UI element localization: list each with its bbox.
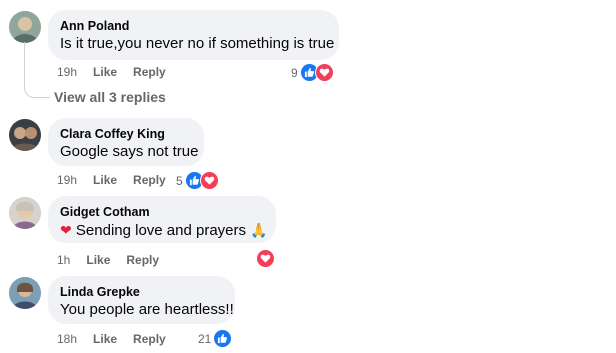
like-button[interactable]: Like xyxy=(93,65,117,79)
avatar[interactable] xyxy=(9,11,41,43)
like-button[interactable]: Like xyxy=(93,332,117,346)
comment-gidget-cotham: Gidget Cotham ❤ Sending love and prayers… xyxy=(0,196,616,271)
reaction-count: 5 xyxy=(176,173,183,188)
view-all-replies-link[interactable]: View all 3 replies xyxy=(54,89,166,105)
reply-button[interactable]: Reply xyxy=(133,332,166,346)
praying-hands-emoji: 🙏 xyxy=(250,222,268,238)
comment-text: Is it true,you never no if something is … xyxy=(60,35,335,52)
reaction-summary[interactable] xyxy=(256,249,275,268)
love-icon xyxy=(256,249,275,268)
comment-clara-coffey-king: Clara Coffey King Google says not true 1… xyxy=(0,118,616,198)
comment-text: Sending love and prayers xyxy=(75,222,247,239)
comment-bubble: Clara Coffey King Google says not true xyxy=(48,118,204,166)
timestamp[interactable]: 1h xyxy=(57,253,70,267)
comment-text: You people are heartless!! xyxy=(60,301,234,318)
comment-actions: 18h Like Reply xyxy=(57,332,166,346)
reaction-count: 9 xyxy=(291,65,298,80)
comment-text-row: ❤ Sending love and prayers 🙏 xyxy=(60,220,268,241)
comment-actions: 19h Like Reply xyxy=(57,173,166,187)
reaction-summary[interactable]: 9 xyxy=(291,63,334,82)
avatar[interactable] xyxy=(9,277,41,309)
comment-bubble: Gidget Cotham ❤ Sending love and prayers… xyxy=(48,196,276,243)
heart-emoji: ❤ xyxy=(60,222,72,238)
author-name[interactable]: Clara Coffey King xyxy=(60,126,192,142)
comment-bubble: Linda Grepke You people are heartless!! xyxy=(48,276,235,324)
reaction-summary[interactable]: 5 xyxy=(176,171,219,190)
reply-button[interactable]: Reply xyxy=(133,65,166,79)
comment-linda-grepke: Linda Grepke You people are heartless!! … xyxy=(0,276,616,353)
author-name[interactable]: Linda Grepke xyxy=(60,284,223,300)
comment-actions: 19h Like Reply xyxy=(57,65,166,79)
timestamp[interactable]: 18h xyxy=(57,332,77,346)
author-name[interactable]: Ann Poland xyxy=(60,18,327,34)
reply-thread-connector xyxy=(24,42,50,98)
comment-bubble: Ann Poland Is it true,you never no if so… xyxy=(48,10,339,60)
comment-text: Google says not true xyxy=(60,143,199,160)
reply-button[interactable]: Reply xyxy=(133,173,166,187)
like-icon xyxy=(213,329,233,348)
reply-button[interactable]: Reply xyxy=(126,253,159,267)
reaction-count: 21 xyxy=(198,331,212,346)
like-button[interactable]: Like xyxy=(86,253,110,267)
author-name[interactable]: Gidget Cotham xyxy=(60,204,264,220)
comment-ann-poland: Ann Poland Is it true,you never no if so… xyxy=(0,0,616,90)
love-icon xyxy=(314,63,334,82)
love-icon xyxy=(199,171,219,190)
timestamp[interactable]: 19h xyxy=(57,173,77,187)
timestamp[interactable]: 19h xyxy=(57,65,77,79)
like-button[interactable]: Like xyxy=(93,173,117,187)
avatar[interactable] xyxy=(9,197,41,229)
reaction-summary[interactable]: 21 xyxy=(198,329,233,348)
avatar[interactable] xyxy=(9,119,41,151)
comment-actions: 1h Like Reply xyxy=(57,253,159,267)
